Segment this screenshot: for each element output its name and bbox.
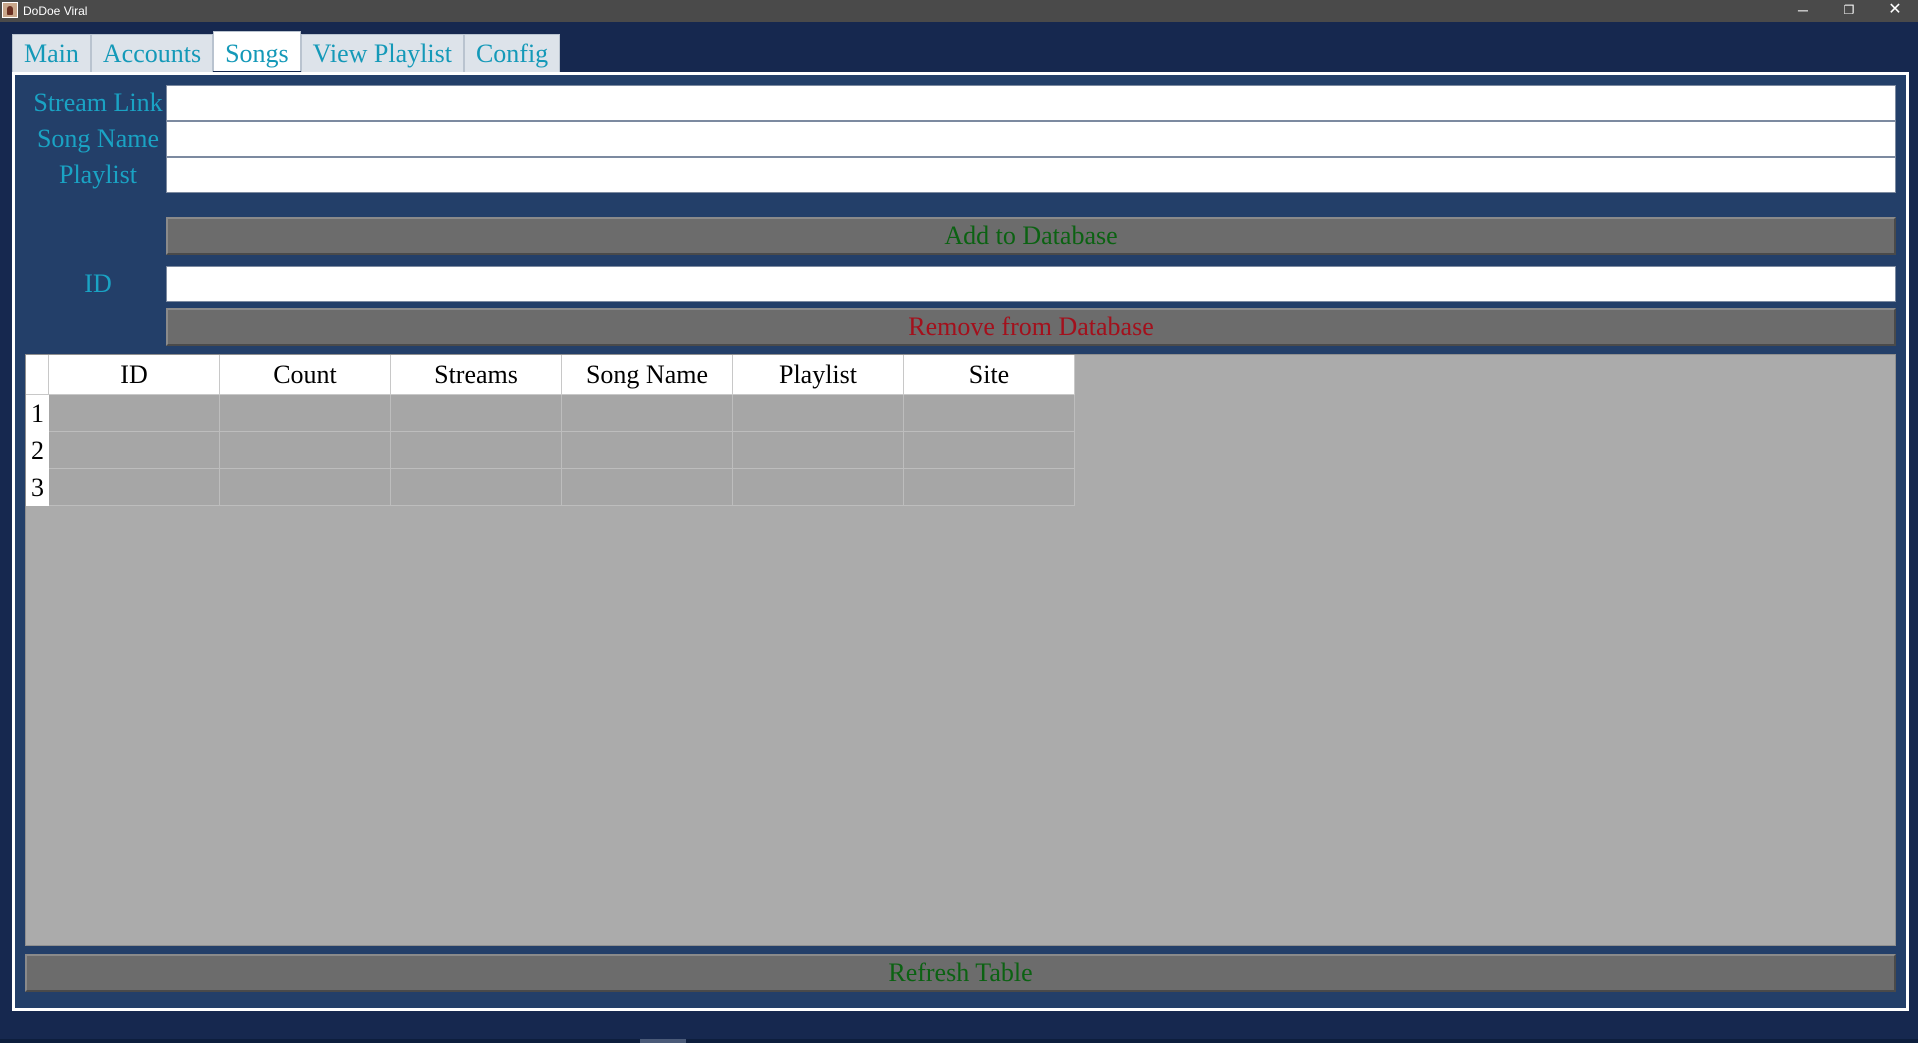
close-icon[interactable]: ✕ xyxy=(1872,0,1918,22)
title-bar: DoDoe Viral ─ ❐ ✕ xyxy=(0,0,1918,22)
column-header-site[interactable]: Site xyxy=(904,355,1075,395)
column-header-song-name[interactable]: Song Name xyxy=(562,355,733,395)
add-to-database-button[interactable]: Add to Database xyxy=(166,217,1896,255)
tab-accounts[interactable]: Accounts xyxy=(90,34,214,72)
table-cell[interactable] xyxy=(391,432,562,469)
songs-panel: Stream Link Song Name Playlist Add to Da… xyxy=(12,72,1909,1011)
playlist-label: Playlist xyxy=(58,160,137,189)
table-cell[interactable] xyxy=(49,469,220,506)
table-cell[interactable] xyxy=(904,469,1075,506)
stream-link-label: Stream Link xyxy=(33,88,163,117)
table-cell[interactable] xyxy=(733,469,904,506)
column-header-streams[interactable]: Streams xyxy=(391,355,562,395)
table-cell[interactable] xyxy=(904,395,1075,432)
playlist-input[interactable] xyxy=(166,157,1896,193)
table-cell[interactable] xyxy=(904,432,1075,469)
remove-from-database-button[interactable]: Remove from Database xyxy=(166,308,1896,346)
table-cell[interactable] xyxy=(220,469,391,506)
table-cell[interactable] xyxy=(562,469,733,506)
id-label: ID xyxy=(84,269,112,298)
table-corner[interactable] xyxy=(26,355,49,395)
table-cell[interactable] xyxy=(220,432,391,469)
tab-config[interactable]: Config xyxy=(463,34,561,72)
table-cell[interactable] xyxy=(220,395,391,432)
restore-icon[interactable]: ❐ xyxy=(1826,0,1872,22)
id-input[interactable] xyxy=(166,266,1896,302)
song-name-input[interactable] xyxy=(166,121,1896,157)
tab-view-playlist[interactable]: View Playlist xyxy=(300,34,464,72)
row-header[interactable]: 3 xyxy=(26,469,49,506)
table-cell[interactable] xyxy=(733,432,904,469)
taskbar-indicator xyxy=(640,1039,686,1043)
bottom-border xyxy=(0,1039,1918,1043)
table-cell[interactable] xyxy=(733,395,904,432)
column-header-count[interactable]: Count xyxy=(220,355,391,395)
table-cell[interactable] xyxy=(562,395,733,432)
refresh-table-button[interactable]: Refresh Table xyxy=(25,954,1896,992)
minimize-icon[interactable]: ─ xyxy=(1780,0,1826,22)
tab-bar: Main Accounts Songs View Playlist Config xyxy=(12,31,561,72)
table-cell[interactable] xyxy=(562,432,733,469)
window-title: DoDoe Viral xyxy=(23,4,88,18)
column-header-playlist[interactable]: Playlist xyxy=(733,355,904,395)
song-name-label: Song Name xyxy=(36,124,160,153)
tab-main[interactable]: Main xyxy=(12,34,91,72)
songs-table[interactable]: ID Count Streams Song Name Playlist Site… xyxy=(25,354,1896,946)
table-cell[interactable] xyxy=(49,432,220,469)
table-cell[interactable] xyxy=(49,395,220,432)
stream-link-input[interactable] xyxy=(166,85,1896,121)
row-header[interactable]: 2 xyxy=(26,432,49,469)
table-cell[interactable] xyxy=(391,469,562,506)
table-cell[interactable] xyxy=(391,395,562,432)
column-header-id[interactable]: ID xyxy=(49,355,220,395)
row-header[interactable]: 1 xyxy=(26,395,49,432)
tab-songs[interactable]: Songs xyxy=(213,31,301,71)
app-icon xyxy=(2,2,18,18)
